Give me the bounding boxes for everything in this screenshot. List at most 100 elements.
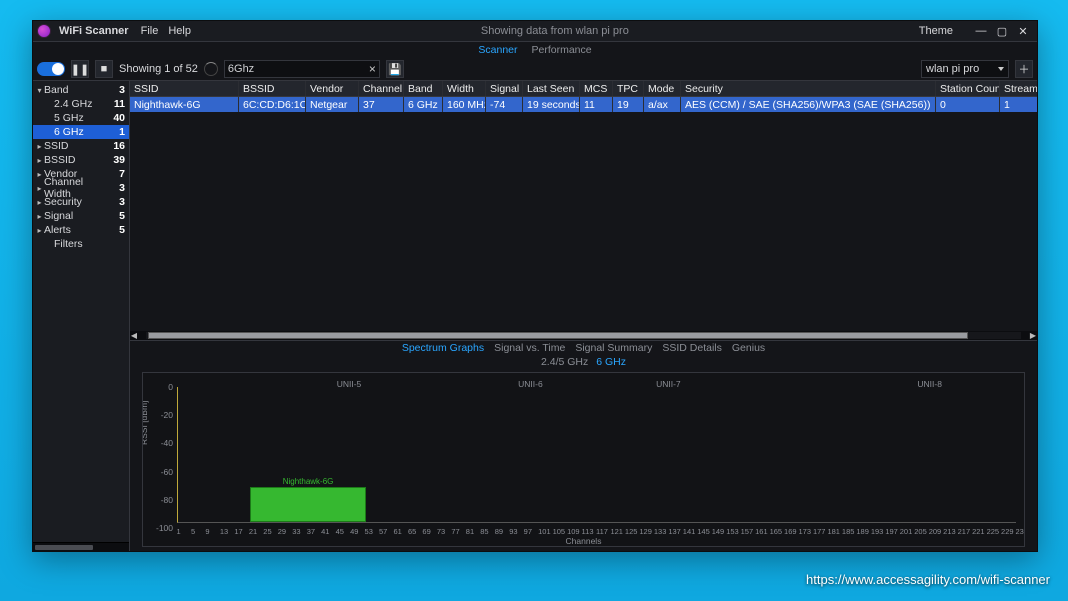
cell: a/ax: [644, 97, 681, 112]
adapter-select[interactable]: wlan pi pro: [921, 60, 1009, 78]
cell: Netgear: [306, 97, 359, 112]
sidebar-hscroll[interactable]: [33, 542, 129, 551]
sidebar-item[interactable]: 2.4 GHz11: [33, 97, 129, 111]
minimize-icon[interactable]: —: [971, 24, 991, 38]
tab-scanner[interactable]: Scanner: [478, 44, 517, 56]
btab-signal-time[interactable]: Signal vs. Time: [494, 342, 565, 354]
cell: 160 MHz: [443, 97, 486, 112]
filter-input[interactable]: [228, 63, 338, 75]
sidebar-item-count: 3: [111, 182, 125, 194]
titlebar-status: Showing data from wlan pi pro: [199, 25, 911, 37]
menu-bar: File Help: [141, 25, 191, 37]
content-area: SSIDBSSIDVendorChannelBandWidthSignalLas…: [130, 81, 1037, 551]
subtab-6ghz[interactable]: 6 GHz: [596, 356, 626, 368]
sidebar-item[interactable]: ▸Alerts5: [33, 223, 129, 237]
cell: 6C:CD:D6:1C:FF:A5: [239, 97, 306, 112]
sidebar-item-count: 40: [111, 112, 125, 124]
cell: AES (CCM) / SAE (SHA256)/WPA3 (SAE (SHA2…: [681, 97, 936, 112]
sidebar-item-label: Signal: [44, 210, 111, 222]
spectrum-bar[interactable]: [250, 487, 366, 522]
col-header[interactable]: Station Count: [936, 81, 1000, 96]
sidebar: ▾Band32.4 GHz115 GHz406 GHz1▸SSID16▸BSSI…: [33, 81, 130, 551]
sidebar-item[interactable]: 6 GHz1: [33, 125, 129, 139]
expand-icon: ▾: [37, 86, 42, 95]
titlebar: WiFi Scanner File Help Showing data from…: [33, 21, 1037, 42]
y-axis: 0-20-40-60-80-100: [151, 387, 175, 528]
cell: 0: [936, 97, 1000, 112]
chevron-down-icon: [998, 67, 1004, 71]
cell: 1: [1000, 97, 1037, 112]
cell: 11: [580, 97, 613, 112]
results-status: Showing 1 of 52: [119, 63, 198, 75]
cell: 37: [359, 97, 404, 112]
app-logo-icon: [37, 24, 51, 38]
sidebar-item[interactable]: ▸BSSID39: [33, 153, 129, 167]
col-header[interactable]: Width: [443, 81, 486, 96]
sidebar-item-count: 16: [111, 140, 125, 152]
y-axis-label: RSSI [dBm]: [142, 401, 149, 445]
btab-signal-summary[interactable]: Signal Summary: [575, 342, 652, 354]
btab-genius[interactable]: Genius: [732, 342, 765, 354]
sidebar-item-label: 6 GHz: [54, 126, 111, 138]
plus-icon: ＋: [1019, 61, 1030, 77]
expand-icon: ▸: [37, 198, 42, 207]
menu-help[interactable]: Help: [168, 25, 191, 37]
table-header: SSIDBSSIDVendorChannelBandWidthSignalLas…: [130, 81, 1037, 97]
cell: -74: [486, 97, 523, 112]
app-window: WiFi Scanner File Help Showing data from…: [32, 20, 1038, 552]
theme-label[interactable]: Theme: [919, 25, 953, 37]
col-header[interactable]: Last Seen: [523, 81, 580, 96]
stop-icon: ■: [101, 63, 108, 75]
bottom-panel: Spectrum Graphs Signal vs. Time Signal S…: [130, 341, 1037, 551]
sidebar-item[interactable]: Filters: [33, 237, 129, 251]
col-header[interactable]: Streams: [1000, 81, 1037, 96]
app-title: WiFi Scanner: [59, 25, 129, 37]
col-header[interactable]: SSID: [130, 81, 239, 96]
clear-filter-icon[interactable]: ×: [369, 63, 376, 75]
tab-performance[interactable]: Performance: [532, 44, 592, 56]
expand-icon: ▸: [37, 170, 42, 179]
pause-icon: ❚❚: [71, 63, 89, 76]
sidebar-item-label: 5 GHz: [54, 112, 111, 124]
subtab-2-5ghz[interactable]: 2.4/5 GHz: [541, 356, 588, 368]
btab-spectrum[interactable]: Spectrum Graphs: [402, 342, 484, 354]
col-header[interactable]: MCS: [580, 81, 613, 96]
menu-file[interactable]: File: [141, 25, 159, 37]
sidebar-item[interactable]: ▸Security3: [33, 195, 129, 209]
table-hscroll[interactable]: ◀▶: [130, 331, 1037, 340]
results-table: SSIDBSSIDVendorChannelBandWidthSignalLas…: [130, 81, 1037, 341]
stop-button[interactable]: ■: [95, 60, 113, 78]
cell: 6 GHz: [404, 97, 443, 112]
save-button[interactable]: 💾: [386, 60, 404, 78]
sidebar-item-label: Filters: [54, 238, 111, 250]
sidebar-item[interactable]: ▸Channel Width3: [33, 181, 129, 195]
col-header[interactable]: Channel: [359, 81, 404, 96]
col-header[interactable]: BSSID: [239, 81, 306, 96]
sidebar-item[interactable]: ▸Signal5: [33, 209, 129, 223]
btab-ssid-details[interactable]: SSID Details: [662, 342, 722, 354]
expand-icon: ▸: [37, 184, 42, 193]
col-header[interactable]: TPC: [613, 81, 644, 96]
col-header[interactable]: Mode: [644, 81, 681, 96]
scan-toggle[interactable]: [37, 62, 65, 76]
col-header[interactable]: Security: [681, 81, 936, 96]
expand-icon: ▸: [37, 226, 42, 235]
filter-input-wrap: ×: [224, 60, 380, 78]
toolbar: ❚❚ ■ Showing 1 of 52 × 💾 wlan pi pro ＋: [33, 58, 1037, 81]
close-icon[interactable]: ✕: [1013, 24, 1033, 38]
sidebar-item-label: Band: [44, 84, 111, 96]
col-header[interactable]: Vendor: [306, 81, 359, 96]
sidebar-item-label: 2.4 GHz: [54, 98, 111, 110]
sidebar-item[interactable]: ▸SSID16: [33, 139, 129, 153]
col-header[interactable]: Signal: [486, 81, 523, 96]
table-row[interactable]: Nighthawk-6G6C:CD:D6:1C:FF:A5Netgear376 …: [130, 97, 1037, 112]
pause-button[interactable]: ❚❚: [71, 60, 89, 78]
sidebar-item[interactable]: ▾Band3: [33, 83, 129, 97]
col-header[interactable]: Band: [404, 81, 443, 96]
sidebar-item[interactable]: 5 GHz40: [33, 111, 129, 125]
plot-area: Nighthawk-6G: [177, 387, 1016, 523]
spectrum-bar-label: Nighthawk-6G: [283, 477, 334, 486]
maximize-icon[interactable]: ▢: [992, 24, 1012, 38]
sidebar-item-count: 11: [111, 98, 125, 110]
add-adapter-button[interactable]: ＋: [1015, 60, 1033, 78]
